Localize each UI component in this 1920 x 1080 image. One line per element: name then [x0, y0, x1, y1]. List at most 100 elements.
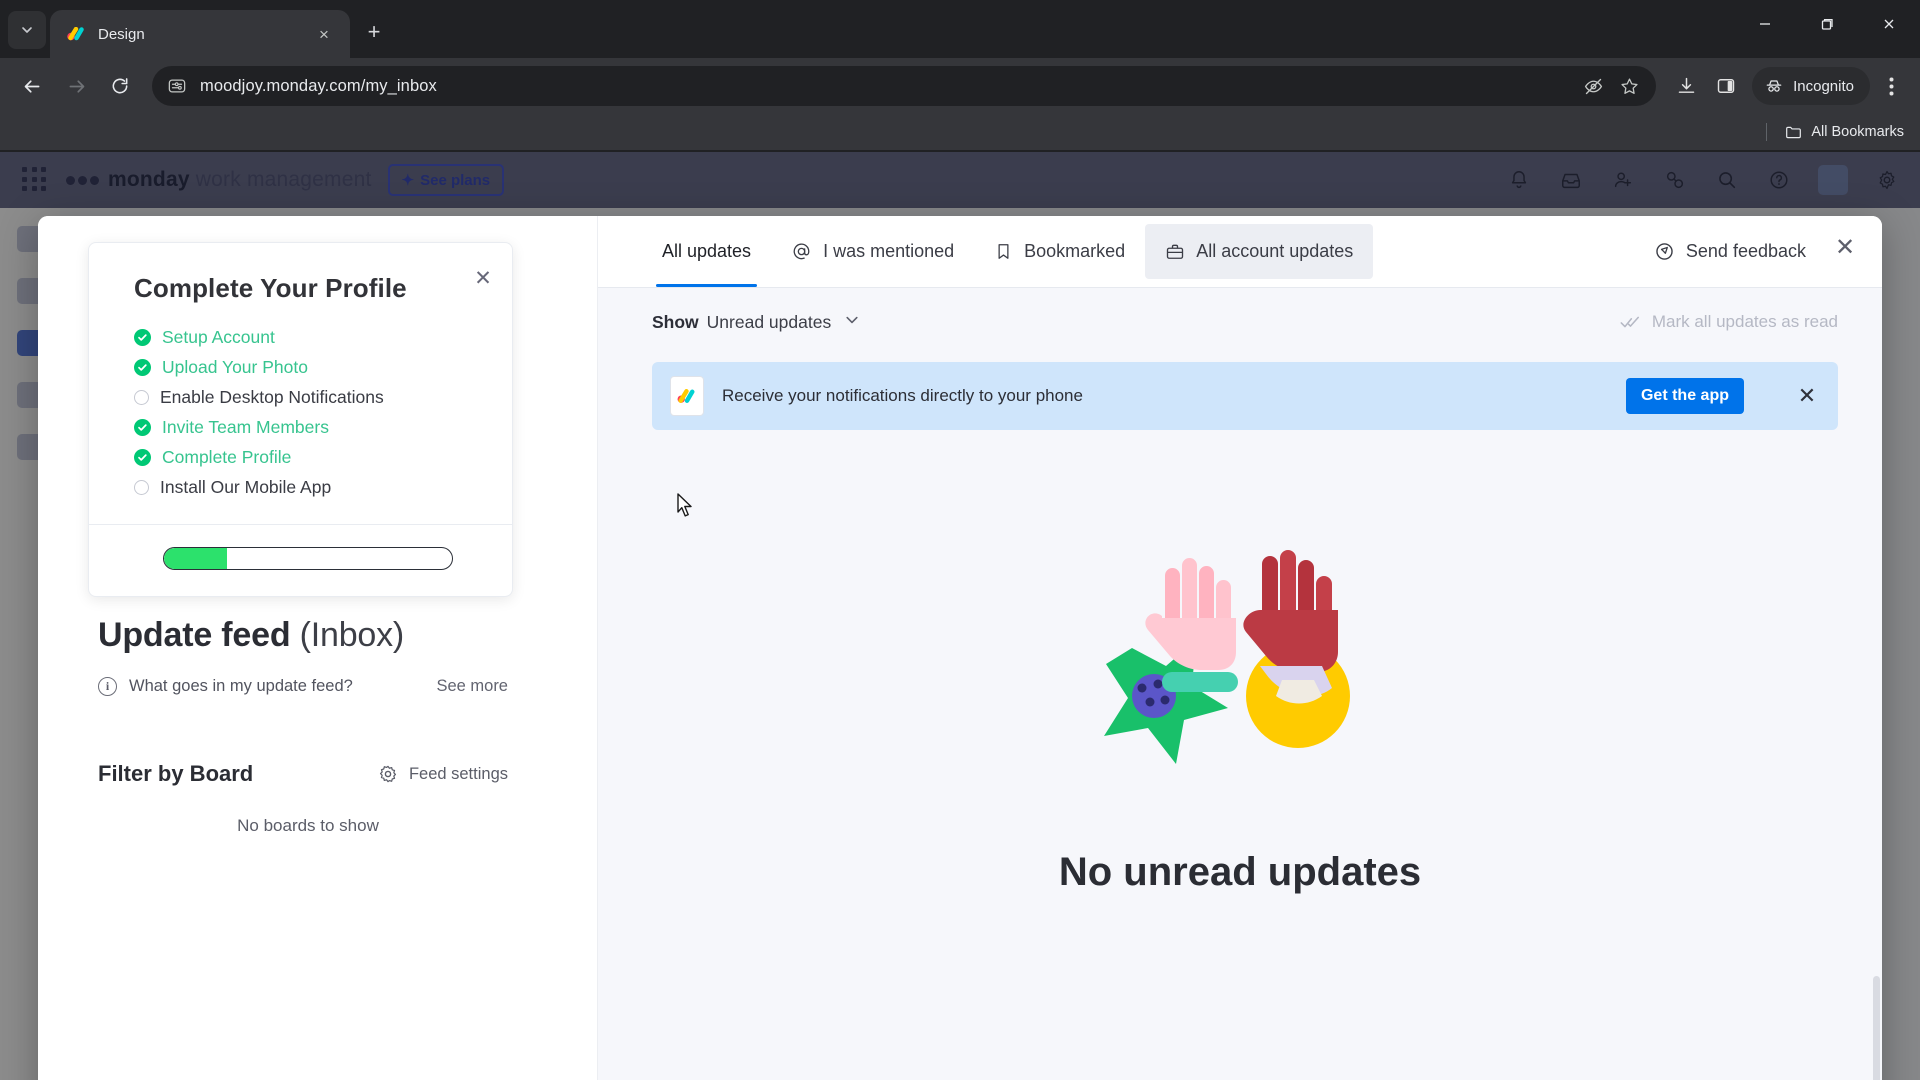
- checklist-item[interactable]: Enable Desktop Notifications: [134, 382, 482, 412]
- back-arrow-icon[interactable]: [12, 66, 52, 106]
- vertical-scrollbar[interactable]: [1873, 976, 1880, 1080]
- double-check-icon: [1620, 316, 1639, 328]
- page-title: Update feed (Inbox): [98, 616, 548, 655]
- browser-toolbar: moodjoy.monday.com/my_inbox Incognito: [0, 58, 1920, 114]
- checklist-item[interactable]: Complete Profile: [134, 442, 482, 472]
- check-circle-icon: [134, 448, 151, 466]
- incognito-label: Incognito: [1793, 77, 1854, 95]
- incognito-icon: [1766, 80, 1782, 92]
- profile-progress-bar: [163, 547, 453, 570]
- feed-settings-label: Feed settings: [408, 764, 508, 783]
- empty-circle-icon: [134, 389, 149, 405]
- feed-settings-button[interactable]: Feed settings: [378, 764, 548, 784]
- incognito-indicator[interactable]: Incognito: [1752, 67, 1870, 105]
- monday-logo-icon: [66, 24, 86, 44]
- what-goes-in-feed-label: What goes in my update feed?: [129, 677, 353, 695]
- briefcase-icon: [1167, 244, 1184, 259]
- monday-app-icon: [670, 376, 704, 416]
- at-icon: [793, 243, 810, 260]
- checklist-item[interactable]: Invite Team Members: [134, 412, 482, 442]
- checklist-item-label: Enable Desktop Notifications: [160, 386, 384, 407]
- banner-close-button[interactable]: ✕: [1792, 381, 1822, 411]
- check-circle-icon: [134, 358, 151, 376]
- maximize-button[interactable]: [1796, 0, 1858, 48]
- get-the-app-banner: Receive your notifications directly to y…: [652, 362, 1838, 430]
- bookmarks-separator: [1766, 123, 1768, 141]
- checklist-item-label: Complete Profile: [162, 446, 292, 467]
- chevron-down-icon[interactable]: [844, 312, 860, 333]
- mark-all-read-button[interactable]: Mark all updates as read: [1619, 311, 1838, 333]
- browser-tab-title: Design: [98, 25, 145, 43]
- tab-all-updates-label: All updates: [662, 241, 752, 261]
- three-dot-menu-icon[interactable]: [1874, 66, 1908, 106]
- feed-subrow: i What goes in my update feed? See more: [98, 677, 548, 696]
- close-tab-button[interactable]: ×: [310, 20, 338, 48]
- checklist-item-label: Upload Your Photo: [162, 356, 308, 377]
- filter-by-board-title: Filter by Board: [98, 761, 254, 786]
- tab-send-feedback[interactable]: Send feedback: [1634, 216, 1826, 287]
- profile-card-title: Complete Your Profile: [134, 273, 407, 303]
- get-the-app-button[interactable]: Get the app: [1625, 378, 1744, 414]
- tab-send-feedback-label: Send feedback: [1685, 241, 1806, 261]
- profile-progress-fill: [164, 548, 228, 569]
- show-label: Show: [652, 311, 699, 332]
- eye-off-icon[interactable]: [1582, 75, 1604, 97]
- profile-progress-wrap: [134, 525, 482, 596]
- see-more-link[interactable]: See more: [436, 677, 548, 696]
- checklist-item-label: Setup Account: [162, 326, 275, 347]
- empty-state-title: No unread updates: [1058, 850, 1422, 894]
- checklist-item-label: Install Our Mobile App: [160, 476, 332, 497]
- mouse-cursor: [677, 493, 692, 517]
- minimize-button[interactable]: [1734, 0, 1796, 48]
- profile-card-close-button[interactable]: ✕: [470, 265, 496, 291]
- browser-tab[interactable]: Design ×: [50, 10, 350, 58]
- inbox-modal: Complete Your Profile ✕ Setup Account Up…: [38, 216, 1882, 1080]
- modal-close-button[interactable]: ✕: [1830, 232, 1860, 262]
- gear-icon: [379, 765, 396, 783]
- all-bookmarks-label: All Bookmarks: [1811, 124, 1904, 140]
- info-icon: i: [98, 677, 117, 696]
- side-panel-icon[interactable]: [1708, 68, 1744, 104]
- modal-right-pane: All updates I was mentioned Bookmarked A…: [598, 216, 1882, 1080]
- checklist-item[interactable]: Upload Your Photo: [134, 352, 482, 382]
- tab-all-account-updates[interactable]: All account updates: [1145, 224, 1374, 279]
- reload-icon[interactable]: [100, 66, 140, 106]
- two-hands-high-five-illustration: [1104, 550, 1350, 764]
- checklist-item[interactable]: Setup Account: [134, 322, 482, 352]
- modal-left-pane: Complete Your Profile ✕ Setup Account Up…: [38, 216, 598, 1080]
- site-settings-icon[interactable]: [166, 75, 188, 97]
- what-goes-in-feed-link[interactable]: i What goes in my update feed?: [98, 677, 353, 696]
- address-bar[interactable]: moodjoy.monday.com/my_inbox: [152, 66, 1657, 106]
- checklist-item[interactable]: Install Our Mobile App: [134, 472, 482, 502]
- tab-all-updates[interactable]: All updates: [642, 216, 771, 287]
- folder-icon: [1786, 126, 1802, 138]
- profile-checklist: Setup Account Upload Your Photo Enable D…: [134, 322, 482, 502]
- feedback-icon: [1656, 243, 1673, 260]
- tab-i-was-mentioned-label: I was mentioned: [823, 241, 955, 261]
- tab-search-button[interactable]: [8, 11, 46, 49]
- complete-profile-card: Complete Your Profile ✕ Setup Account Up…: [88, 242, 513, 597]
- inbox-tabs: All updates I was mentioned Bookmarked A…: [598, 216, 1882, 288]
- updates-filter-row: Show Unread updates Mark all updates as …: [598, 288, 1882, 356]
- mark-all-read-label: Mark all updates as read: [1651, 312, 1838, 331]
- chevron-down-icon: [22, 27, 32, 33]
- address-bar-url[interactable]: moodjoy.monday.com/my_inbox: [200, 77, 1570, 96]
- window-controls: [1734, 0, 1920, 48]
- check-circle-icon: [134, 418, 151, 436]
- close-window-button[interactable]: [1858, 0, 1920, 48]
- empty-circle-icon: [134, 479, 149, 495]
- check-circle-icon: [134, 328, 151, 346]
- filter-by-board-row: Filter by Board Feed settings: [98, 761, 548, 787]
- all-bookmarks-button[interactable]: All Bookmarks: [1785, 124, 1904, 141]
- tab-bookmarked-label: Bookmarked: [1024, 241, 1126, 261]
- star-icon[interactable]: [1618, 75, 1640, 97]
- show-value[interactable]: Unread updates: [707, 312, 832, 333]
- forward-arrow-icon[interactable]: [56, 66, 96, 106]
- empty-state: No unread updates: [598, 546, 1882, 895]
- download-icon[interactable]: [1668, 68, 1704, 104]
- browser-window: Design × + moodjoy.monday.com/my_inbox I…: [0, 0, 1920, 1080]
- tab-bookmarked[interactable]: Bookmarked: [974, 216, 1145, 287]
- no-boards-message: No boards to show: [237, 816, 379, 835]
- new-tab-button[interactable]: +: [360, 18, 388, 46]
- tab-i-was-mentioned[interactable]: I was mentioned: [771, 216, 974, 287]
